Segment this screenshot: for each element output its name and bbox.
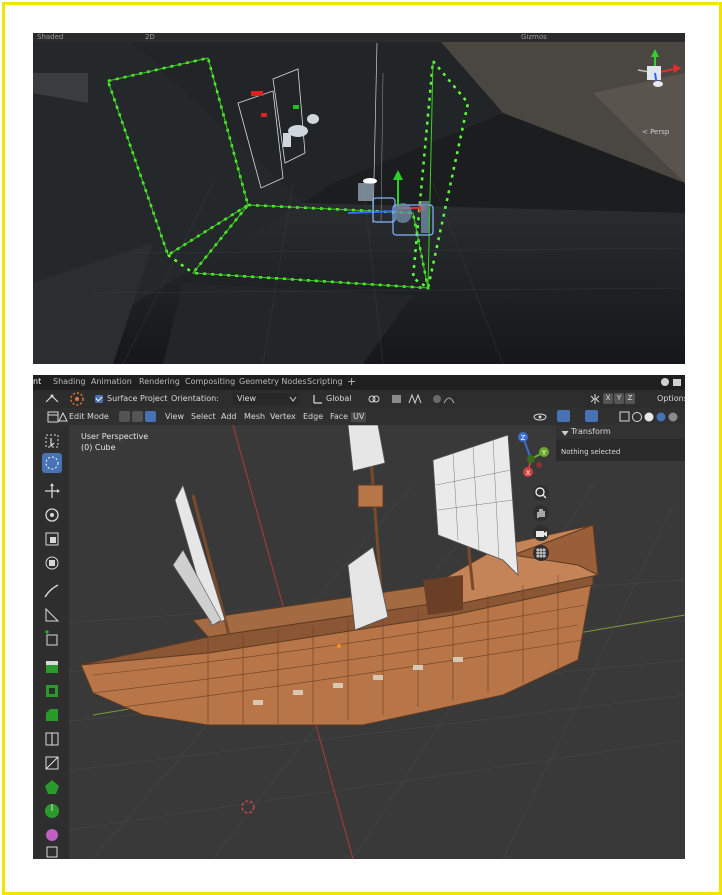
move-tool[interactable] bbox=[42, 481, 62, 501]
view-perspective-label: User Perspective bbox=[81, 432, 149, 441]
annotate-tool[interactable] bbox=[42, 581, 62, 601]
mirror-y-toggle[interactable]: Y bbox=[614, 393, 624, 404]
ortho-grid-icon[interactable] bbox=[533, 545, 549, 561]
unity-scene-view[interactable]: Shaded 2D Gizmos < Persp bbox=[33, 33, 685, 364]
toolbar bbox=[33, 425, 69, 859]
chevron-down-icon bbox=[289, 396, 297, 402]
shading-modes-icon[interactable] bbox=[619, 411, 679, 423]
menu-face[interactable]: Face bbox=[330, 412, 348, 422]
tab-scripting[interactable]: Scripting bbox=[307, 377, 343, 386]
spin-tool[interactable] bbox=[42, 801, 62, 821]
transform-pivot-icon[interactable] bbox=[43, 392, 63, 406]
gizmo-toggle[interactable] bbox=[557, 410, 570, 422]
orientation-dropdown[interactable]: View bbox=[233, 393, 299, 405]
pan-hand-icon[interactable] bbox=[533, 505, 549, 521]
projection-label[interactable]: < Persp bbox=[642, 128, 669, 136]
mode-dropdown[interactable]: Edit Mode bbox=[69, 412, 109, 422]
orientation-label: Orientation: bbox=[171, 394, 219, 403]
3d-viewport[interactable]: User Perspective (0) Cube Z Y X Transfor… bbox=[33, 425, 685, 859]
gizmos-dropdown[interactable]: Gizmos bbox=[521, 33, 547, 42]
zoom-button[interactable] bbox=[533, 485, 549, 501]
rotate-tool[interactable] bbox=[42, 505, 62, 525]
pivot-point-icon[interactable] bbox=[367, 393, 381, 405]
ship-model-render bbox=[33, 425, 685, 859]
knife-tool[interactable] bbox=[42, 753, 62, 773]
tab-shading[interactable]: Shading bbox=[53, 377, 86, 386]
navigation-gizmo[interactable]: Z Y X bbox=[511, 431, 551, 481]
options-dropdown[interactable]: Options bbox=[657, 394, 685, 404]
menu-select[interactable]: Select bbox=[191, 412, 216, 422]
snap-target-icon[interactable] bbox=[69, 391, 85, 407]
proportional-editing-icon[interactable] bbox=[431, 393, 443, 405]
face-select-button[interactable] bbox=[145, 411, 156, 422]
cursor-tool[interactable] bbox=[42, 453, 62, 473]
edit-mode-icon bbox=[58, 411, 68, 422]
mirror-x-toggle[interactable]: X bbox=[603, 393, 613, 404]
chevron-down-icon bbox=[561, 430, 569, 436]
tool-header: Surface Project Orientation: View Global… bbox=[33, 390, 685, 408]
scene-toolbar: Shaded 2D Gizmos bbox=[33, 33, 685, 42]
menu-mesh[interactable]: Mesh bbox=[244, 412, 265, 422]
extrude-tool[interactable] bbox=[42, 657, 62, 677]
orientation-value: View bbox=[237, 394, 256, 403]
camera-view-icon[interactable] bbox=[533, 525, 549, 541]
scene-icon[interactable] bbox=[655, 375, 685, 390]
transform-panel-header[interactable]: Transform bbox=[556, 425, 685, 439]
viewport-header: Edit Mode View Select Add Mesh Vertex Ed… bbox=[33, 408, 685, 425]
transform-orientation-icon bbox=[313, 395, 322, 404]
loop-cut-tool[interactable] bbox=[42, 729, 62, 749]
scale-tool[interactable] bbox=[42, 529, 62, 549]
shading-mode-dropdown[interactable]: Shaded bbox=[37, 33, 63, 42]
3d-cursor bbox=[241, 800, 255, 814]
tab-animation[interactable]: Animation bbox=[91, 377, 132, 386]
surface-project-label: Surface Project bbox=[107, 394, 168, 403]
viewport-info: User Perspective (0) Cube bbox=[81, 431, 148, 453]
overlay-toggle[interactable] bbox=[585, 410, 598, 422]
poly-build-tool[interactable] bbox=[42, 777, 62, 797]
tab-layout[interactable]: nt bbox=[33, 377, 41, 386]
tab-compositing[interactable]: Compositing bbox=[185, 377, 235, 386]
add-cube-tool[interactable] bbox=[42, 629, 62, 649]
transform-panel-title: Transform bbox=[571, 427, 611, 436]
tab-geometry-nodes[interactable]: Geometry Nodes bbox=[239, 377, 306, 386]
mirror-z-toggle[interactable]: Z bbox=[625, 393, 635, 404]
smooth-tool[interactable] bbox=[42, 825, 62, 845]
snap-icon[interactable] bbox=[390, 393, 404, 405]
snap-increment-icon[interactable] bbox=[408, 393, 422, 405]
transform-panel-status: Nothing selected bbox=[561, 448, 621, 456]
gizmo-x-label: X bbox=[526, 469, 531, 477]
visibility-icon[interactable] bbox=[533, 411, 547, 423]
blender-window: nt Shading Animation Rendering Compositi… bbox=[33, 375, 685, 859]
transform-orientation-value[interactable]: Global bbox=[326, 394, 352, 404]
menu-vertex[interactable]: Vertex bbox=[270, 412, 296, 422]
tab-rendering[interactable]: Rendering bbox=[139, 377, 180, 386]
select-box-tool[interactable] bbox=[42, 431, 62, 451]
inset-tool[interactable] bbox=[42, 681, 62, 701]
workspace-tabs: nt Shading Animation Rendering Compositi… bbox=[33, 375, 685, 390]
vertex-select-button[interactable] bbox=[119, 411, 130, 422]
menu-edge[interactable]: Edge bbox=[303, 412, 323, 422]
unity-scene-render bbox=[33, 33, 685, 364]
sidebar-panel: Transform Nothing selected bbox=[556, 425, 685, 461]
mirror-icon[interactable] bbox=[589, 393, 601, 405]
surface-project-checkbox[interactable] bbox=[95, 395, 103, 403]
2d-toggle[interactable]: 2D bbox=[145, 33, 155, 42]
gizmo-z-label: Z bbox=[521, 434, 526, 442]
bevel-tool[interactable] bbox=[42, 705, 62, 725]
add-workspace-button[interactable]: + bbox=[347, 375, 356, 388]
measure-tool[interactable] bbox=[42, 605, 62, 625]
menu-view[interactable]: View bbox=[165, 412, 184, 422]
active-object-label: (0) Cube bbox=[81, 443, 116, 452]
transform-tool[interactable] bbox=[42, 553, 62, 573]
menu-add[interactable]: Add bbox=[221, 412, 237, 422]
edge-select-button[interactable] bbox=[132, 411, 143, 422]
falloff-icon[interactable] bbox=[443, 393, 455, 405]
gizmo-y-label: Y bbox=[541, 449, 547, 457]
menu-uv[interactable]: UV bbox=[351, 412, 367, 422]
edge-slide-tool[interactable] bbox=[42, 843, 62, 859]
